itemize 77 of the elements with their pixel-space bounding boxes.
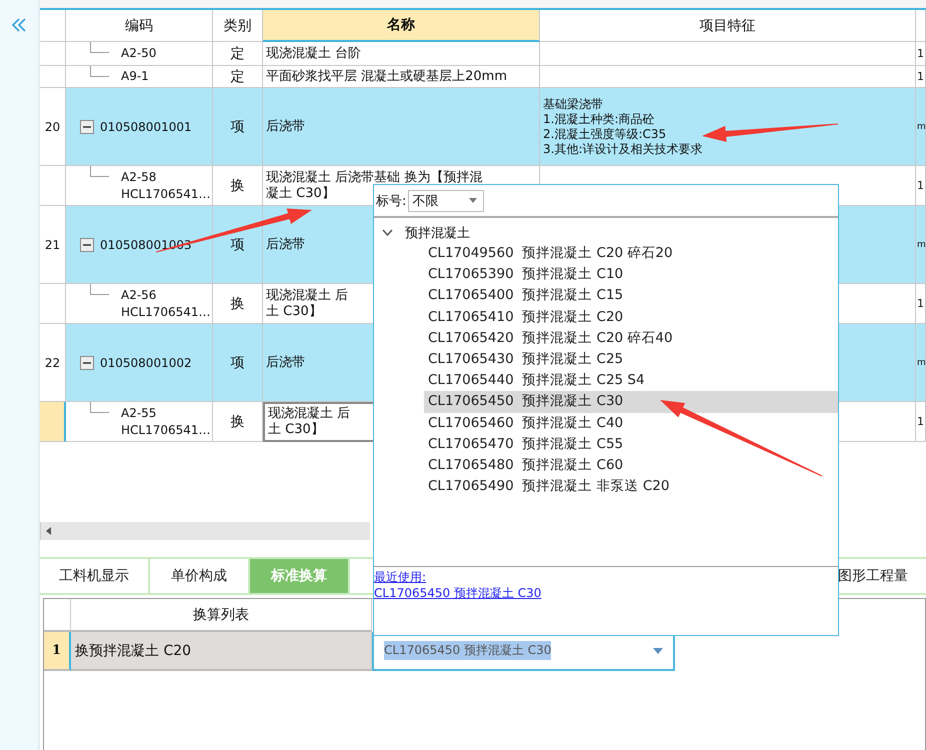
collapse-icon[interactable] xyxy=(11,18,27,32)
material-item[interactable]: CL17065450 预拌混凝土 C30 xyxy=(424,391,838,412)
material-item[interactable]: CL17065400 预拌混凝土 C15 xyxy=(424,285,838,307)
code-text: A2-55 xyxy=(121,404,156,422)
name-text: 后浇带 xyxy=(266,354,305,370)
code-text: HCL1706541… xyxy=(121,304,211,320)
feature-text: 3.其他:详设计及相关技术要求 xyxy=(543,142,702,156)
name-text: 后浇带 xyxy=(266,236,305,252)
name-text: 土 C30】 xyxy=(268,422,324,438)
row-number: 20 xyxy=(40,88,66,166)
material-item[interactable]: CL17065440 预拌混凝土 C25 S4 xyxy=(424,370,838,392)
recent-label-link[interactable]: 最近使用: xyxy=(374,569,426,585)
chevron-icon[interactable] xyxy=(382,228,393,236)
code-text: A2-50 xyxy=(121,45,156,62)
type-text: 定 xyxy=(230,68,244,86)
row-number: 21 xyxy=(40,206,66,284)
name-text: 后浇带 xyxy=(266,118,305,134)
type-text: 定 xyxy=(230,44,244,62)
filter-label: 标号: xyxy=(376,192,406,210)
code-text: A9-1 xyxy=(121,68,149,85)
name-text: 土 C30】 xyxy=(266,304,322,320)
type-text: 项 xyxy=(230,118,244,136)
scroll-left-icon[interactable] xyxy=(45,526,53,536)
material-item[interactable]: CL17065420 预拌混凝土 C20 碎石40 xyxy=(424,328,838,349)
material-item[interactable]: CL17049560 预拌混凝土 C20 碎石20 xyxy=(424,243,838,264)
collapse-box-icon[interactable] xyxy=(80,120,94,134)
type-text: 项 xyxy=(230,354,244,372)
code-text: A2-56 xyxy=(121,286,156,304)
feature-text: 基础梁浇带 xyxy=(543,96,603,112)
name-text: 平面砂浆找平层 混凝土或硬基层上20mm xyxy=(266,68,508,84)
filter-dropdown[interactable]: 不限 xyxy=(408,190,484,212)
material-item[interactable]: CL17065480 预拌混凝土 C60 xyxy=(424,454,838,476)
conversion-label: 换预拌混凝土 C20 xyxy=(71,632,372,671)
collapse-box-icon[interactable] xyxy=(80,238,94,252)
code-text: HCL1706541… xyxy=(121,422,211,438)
row-number: 22 xyxy=(40,324,66,402)
code-text: 010508001001 xyxy=(100,120,192,134)
unit-text: m xyxy=(917,358,925,368)
recent-item-link[interactable]: CL17065450 预拌混凝土 C30 xyxy=(374,585,542,601)
unit-text: 1 xyxy=(917,297,924,310)
unit-text: 1 xyxy=(917,47,924,60)
feature-text: 1.混凝土种类:商品砼 xyxy=(543,112,654,126)
type-text: 换 xyxy=(230,412,244,430)
name-text: 现浇混凝土 后浇带基础 换为【预拌混 xyxy=(266,170,482,186)
material-item[interactable]: CL17065490 预拌混凝土 非泵送 C20 xyxy=(424,476,838,498)
material-item[interactable]: CL17065430 预拌混凝土 C25 xyxy=(424,348,838,370)
unit-text: m xyxy=(917,122,925,132)
scrollbar[interactable] xyxy=(40,522,370,540)
header-cell xyxy=(40,10,66,42)
name-text: 现浇混凝土 后 xyxy=(266,288,348,304)
name-text: 凝土 C30】 xyxy=(266,186,335,202)
collapse-box-icon[interactable] xyxy=(80,356,94,370)
type-text: 项 xyxy=(230,236,244,254)
material-item[interactable]: CL17065410 预拌混凝土 C20 xyxy=(424,306,838,328)
code-text: A2-58 xyxy=(121,168,156,186)
type-text: 换 xyxy=(230,294,244,312)
type-text: 换 xyxy=(230,176,244,194)
value-dropdown[interactable]: CL17065450 预拌混凝土 C30 xyxy=(372,632,675,671)
unit-text: 1 xyxy=(917,179,924,192)
feature-text: 2.混凝土强度等级:C35 xyxy=(543,126,666,142)
material-item[interactable]: CL17065390 预拌混凝土 C10 xyxy=(424,264,838,286)
column-header[interactable]: 项目特征 xyxy=(540,10,916,42)
unit-text: 1 xyxy=(917,70,924,83)
unit-text: 1 xyxy=(917,415,924,428)
name-text: 现浇混凝土 后 xyxy=(268,406,350,422)
name-text: 现浇混凝土 台阶 xyxy=(266,46,362,62)
dropdown-arrow-icon[interactable] xyxy=(653,648,663,654)
column-header[interactable]: 编码 xyxy=(66,10,213,42)
material-item[interactable]: CL17065470 预拌混凝土 C55 xyxy=(424,434,838,455)
column-header[interactable]: 名称 xyxy=(263,10,540,42)
unit-text: m xyxy=(917,240,925,250)
code-text: HCL1706541… xyxy=(121,186,211,202)
material-item[interactable]: CL17065460 预拌混凝土 C40 xyxy=(424,412,838,434)
dropdown-arrow-icon[interactable] xyxy=(469,198,478,203)
row-number: 1 xyxy=(44,632,71,671)
tree-group[interactable]: 预拌混凝土 xyxy=(374,222,838,243)
code-text: 010508001002 xyxy=(100,356,192,370)
